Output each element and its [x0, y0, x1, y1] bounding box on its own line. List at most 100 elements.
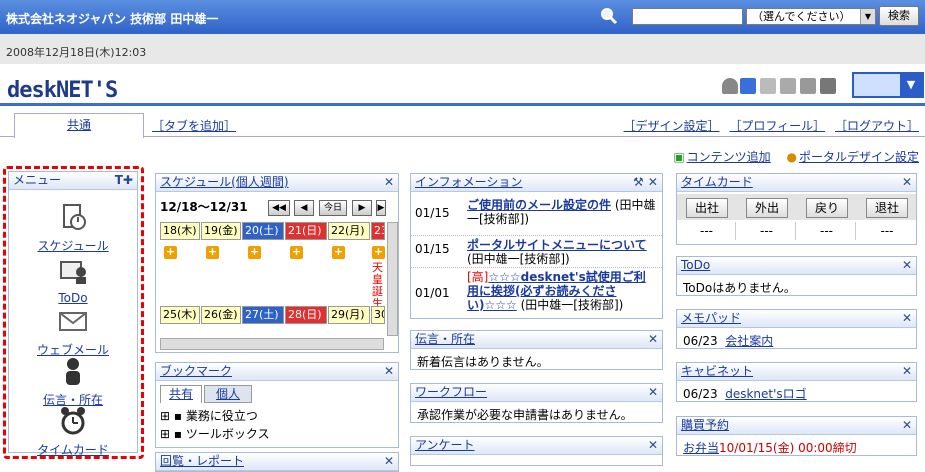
purchase-header: 購買予約 ✕: [677, 417, 916, 435]
info-row[interactable]: 01/15 ご使用前のメール設定の件 (田中雄一[技術部]): [411, 194, 662, 236]
portal-design-link[interactable]: ポータルデザイン設定: [799, 150, 919, 164]
menu-collapse-icon[interactable]: T✚: [115, 172, 133, 189]
add-event-icon[interactable]: +: [206, 246, 219, 259]
close-icon[interactable]: ✕: [648, 331, 658, 348]
add-event-icon[interactable]: +: [164, 246, 177, 259]
doc-icon[interactable]: [780, 78, 796, 94]
close-icon[interactable]: ✕: [648, 437, 658, 454]
survey-title[interactable]: アンケート: [415, 438, 475, 452]
expand-icon[interactable]: ⊞: [160, 409, 170, 423]
menu-label[interactable]: タイムカード: [9, 441, 137, 458]
close-icon[interactable]: ✕: [384, 174, 394, 191]
add-tab-link[interactable]: ［タブを追加］: [152, 117, 236, 134]
profile-link[interactable]: ［プロフィール］: [729, 119, 825, 133]
schedule-title[interactable]: スケジュール(個人週間): [160, 175, 289, 189]
message-title[interactable]: 伝言・所在: [415, 332, 475, 346]
info-row[interactable]: 01/15 ポータルサイトメニューについて (田中雄一[技術部]): [411, 236, 662, 268]
menu-label[interactable]: スケジュール: [9, 237, 137, 254]
settings-close-icon[interactable]: ⚒ ✕: [633, 174, 658, 191]
calendar-icon: [63, 204, 86, 230]
expand-icon[interactable]: ⊞: [160, 427, 170, 441]
close-icon[interactable]: ✕: [384, 363, 394, 380]
return-button[interactable]: 戻り: [806, 198, 848, 218]
menu-item-todo[interactable]: ToDo: [9, 256, 137, 305]
cabinet-title[interactable]: キャビネット: [681, 364, 753, 378]
bookmark-item[interactable]: ⊞ ▪ 業務に役立つ: [160, 407, 258, 424]
memopad-title[interactable]: メモパッド: [681, 311, 741, 325]
info-title-link[interactable]: ポータルサイトメニューについて: [467, 238, 647, 252]
day-cell[interactable]: 22(月): [328, 222, 370, 240]
close-icon[interactable]: ✕: [902, 257, 912, 274]
search-input[interactable]: [632, 8, 743, 25]
memo-icon[interactable]: [760, 78, 776, 94]
day-cell[interactable]: 26(金): [201, 306, 241, 324]
close-icon[interactable]: ✕: [902, 310, 912, 327]
cabinet-link[interactable]: desknet'sロゴ: [725, 387, 806, 401]
add-event-icon[interactable]: +: [248, 246, 261, 259]
prev-day-button[interactable]: ◀: [294, 200, 314, 216]
prev-week-button[interactable]: ◀◀: [268, 200, 290, 216]
info-row[interactable]: 01/01 [高]☆☆☆desknet's試使用ご利用に挨拶(必ずお読みください…: [411, 268, 662, 318]
design-settings-link[interactable]: ［デザイン設定］: [624, 119, 720, 133]
day-cell[interactable]: 20(土): [242, 222, 284, 240]
info-title-link[interactable]: ご使用前のメール設定の件: [467, 198, 611, 212]
logout-link[interactable]: ［ログアウト］: [835, 119, 919, 133]
clock-out-time: ---: [880, 224, 894, 238]
purchase-item-link[interactable]: お弁当: [683, 441, 719, 455]
bookmark-portlet: ブックマーク ✕ 共有 個人 ⊞ ▪ 業務に役立つ ⊞ ▪ ツールボックス: [155, 362, 399, 448]
workflow-title[interactable]: ワークフロー: [415, 385, 487, 399]
go-out-button[interactable]: 外出: [746, 198, 788, 218]
close-icon[interactable]: ✕: [648, 384, 658, 401]
add-content-link[interactable]: コンテンツ追加: [687, 150, 771, 164]
close-icon[interactable]: ✕: [902, 417, 912, 434]
bookmark-item[interactable]: ⊞ ▪ ツールボックス: [160, 425, 270, 442]
settings-icon[interactable]: [820, 78, 836, 94]
message-portlet: 伝言・所在 ✕ 新着伝言はありません。: [410, 330, 663, 370]
day-cell[interactable]: 30: [371, 306, 385, 324]
vertical-scrollbar[interactable]: [387, 222, 398, 336]
day-cell[interactable]: 23: [371, 222, 385, 240]
close-icon[interactable]: ✕: [902, 363, 912, 380]
close-icon[interactable]: ✕: [902, 174, 912, 191]
day-cell[interactable]: 21(日): [285, 222, 327, 240]
next-day-button[interactable]: ▶: [352, 200, 372, 216]
clock-in-button[interactable]: 出社: [686, 198, 728, 218]
clock-out-button[interactable]: 退社: [866, 198, 908, 218]
search-icon[interactable]: [600, 7, 618, 25]
user-icon[interactable]: [722, 78, 738, 94]
today-button[interactable]: 今日: [319, 200, 347, 216]
menu-item-timecard[interactable]: タイムカード: [9, 406, 137, 458]
close-icon[interactable]: ✕: [384, 453, 394, 470]
menu-item-message[interactable]: 伝言・所在: [9, 356, 137, 408]
add-event-icon[interactable]: +: [372, 246, 385, 259]
search-button[interactable]: 検索: [879, 6, 919, 26]
purchase-title[interactable]: 購買予約: [681, 418, 729, 432]
monitor-icon[interactable]: [800, 78, 816, 94]
menu-label[interactable]: ToDo: [9, 291, 137, 305]
search-scope-select[interactable]: （選んでください） ▼: [746, 8, 876, 25]
info-title[interactable]: インフォメーション: [415, 175, 522, 189]
add-event-icon[interactable]: +: [332, 246, 345, 259]
day-cell[interactable]: 19(金): [201, 222, 241, 240]
day-cell[interactable]: 28(日): [285, 306, 327, 324]
horizontal-scrollbar[interactable]: [160, 338, 384, 350]
circular-title[interactable]: 回覧・レポート: [160, 454, 244, 468]
memo-link[interactable]: 会社案内: [725, 334, 773, 348]
menu-item-schedule[interactable]: スケジュール: [9, 202, 137, 254]
tab-common[interactable]: 共通: [14, 113, 144, 138]
info-header: インフォメーション ⚒ ✕: [411, 174, 662, 192]
day-cell[interactable]: 25(木): [160, 306, 200, 324]
next-week-button[interactable]: ▶: [376, 200, 386, 216]
group-icon[interactable]: [740, 78, 756, 94]
bookmark-title[interactable]: ブックマーク: [160, 364, 232, 378]
display-switcher[interactable]: ▼: [852, 72, 924, 98]
day-cell[interactable]: 29(月): [328, 306, 370, 324]
menu-item-webmail[interactable]: ウェブメール: [9, 306, 137, 358]
add-event-icon[interactable]: +: [290, 246, 303, 259]
timecard-title[interactable]: タイムカード: [681, 175, 753, 189]
tab-shared[interactable]: 共有: [160, 385, 202, 403]
tab-personal[interactable]: 個人: [204, 385, 252, 403]
day-cell[interactable]: 27(土): [242, 306, 284, 324]
todo-title[interactable]: ToDo: [681, 258, 710, 272]
day-cell[interactable]: 18(木): [160, 222, 200, 240]
